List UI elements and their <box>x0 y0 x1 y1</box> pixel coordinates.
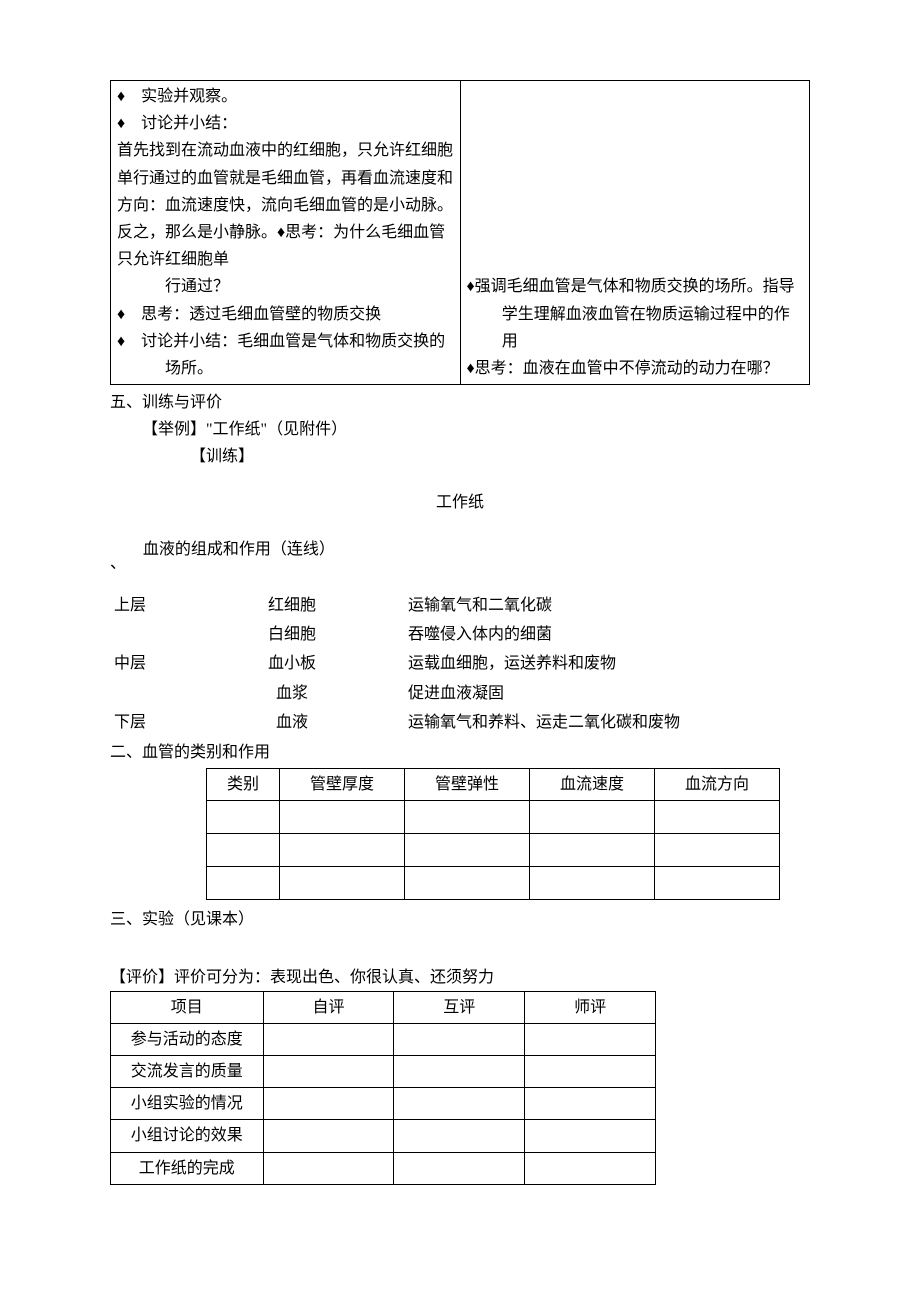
function-cell: 运载血细胞，运送养料和废物 <box>404 649 810 678</box>
match-row: 白细胞 吞噬侵入体内的细菌 <box>110 620 810 649</box>
component-cell: 红细胞 <box>264 591 404 620</box>
table-row: 小组实验的情况 <box>111 1088 656 1120</box>
text: 讨论并小结： <box>141 115 237 132</box>
example-line: 【举例】"工作纸"（见附件） <box>110 416 810 443</box>
matching-table: 上层 红细胞 运输氧气和二氧化碳 白细胞 吞噬侵入体内的细菌 中层 血小板 运载… <box>110 591 810 737</box>
match-row: 上层 红细胞 运输氧气和二氧化碳 <box>110 591 810 620</box>
table-header-row: 类别 管壁厚度 管壁弹性 血流速度 血流方向 <box>207 769 780 801</box>
table-header-row: 项目 自评 互评 师评 <box>111 991 656 1023</box>
col-header: 自评 <box>263 991 394 1023</box>
bullet-line: ♦ 思考：透过毛细血管壁的物质交换 <box>117 301 454 328</box>
list-marker: 、 <box>110 536 126 577</box>
component-cell: 血浆 <box>264 679 404 708</box>
paragraph: 首先找到在流动血液中的红细胞，只允许红细胞单行通过的血管就是毛细血管，再看血流速… <box>117 137 454 273</box>
table-row: 工作纸的完成 <box>111 1152 656 1184</box>
worksheet-title: 工作纸 <box>110 489 810 516</box>
row-label: 小组实验的情况 <box>111 1088 264 1120</box>
layer-cell <box>110 679 264 708</box>
function-cell: 运输氧气和二氧化碳 <box>404 591 810 620</box>
evaluation-table: 项目 自评 互评 师评 参与活动的态度 交流发言的质量 小组实验的情况 小组讨论… <box>110 991 656 1185</box>
section-3-title: 三、实验（见课本） <box>110 906 810 933</box>
section-2-title: 二、血管的类别和作用 <box>110 739 810 766</box>
match-row: 血浆 促进血液凝固 <box>110 679 810 708</box>
vessel-table: 类别 管壁厚度 管壁弹性 血流速度 血流方向 <box>206 768 780 900</box>
row-label: 工作纸的完成 <box>111 1152 264 1184</box>
bullet-line: ♦思考：血液在血管中不停流动的动力在哪？ <box>467 355 804 382</box>
layer-cell: 下层 <box>110 708 264 737</box>
bullet-line: ♦ 讨论并小结：毛细血管是气体和物质交换的 <box>117 328 454 355</box>
bullet-line-continuation: 学生理解血液血管在物质运输过程中的作 <box>467 301 804 328</box>
table-row: 参与活动的态度 <box>111 1023 656 1055</box>
text: 实验并观察。 <box>141 88 237 105</box>
col-header: 血流速度 <box>530 769 655 801</box>
function-cell: 促进血液凝固 <box>404 679 810 708</box>
table-row <box>207 834 780 867</box>
col-header: 互评 <box>394 991 525 1023</box>
bullet-line-continuation: 用 <box>467 328 804 355</box>
text: 思考：血液在血管中不停流动的动力在哪？ <box>475 360 779 377</box>
table-row <box>207 801 780 834</box>
top-right-cell: ♦强调毛细血管是气体和物质交换的场所。指导 学生理解血液血管在物质运输过程中的作… <box>460 81 810 385</box>
question-1-title: 血液的组成和作用（连线） <box>130 536 335 563</box>
match-row: 中层 血小板 运载血细胞，运送养料和废物 <box>110 649 810 678</box>
component-cell: 白细胞 <box>264 620 404 649</box>
bullet-line: ♦ 讨论并小结： <box>117 110 454 137</box>
table-row <box>207 867 780 900</box>
component-cell: 血液 <box>264 708 404 737</box>
text: 思考：透过毛细血管壁的物质交换 <box>141 306 381 323</box>
col-header: 管壁厚度 <box>280 769 405 801</box>
top-two-column-table: ♦ 实验并观察。 ♦ 讨论并小结： 首先找到在流动血液中的红细胞，只允许红细胞单… <box>110 80 810 385</box>
component-cell: 血小板 <box>264 649 404 678</box>
col-header: 项目 <box>111 991 264 1023</box>
layer-cell <box>110 620 264 649</box>
paragraph-continuation: 行通过？ <box>117 273 454 300</box>
row-label: 交流发言的质量 <box>111 1056 264 1088</box>
match-row: 下层 血液 运输氧气和养料、运走二氧化碳和废物 <box>110 708 810 737</box>
text: 讨论并小结：毛细血管是气体和物质交换的 <box>141 333 445 350</box>
evaluation-lead: 【评价】评价可分为：表现出色、你很认真、还须努力 <box>110 964 810 991</box>
col-header: 师评 <box>525 991 656 1023</box>
section-5-title: 五、训练与评价 <box>110 389 810 416</box>
text: 强调毛细血管是气体和物质交换的场所。指导 <box>475 278 795 295</box>
row-label: 参与活动的态度 <box>111 1023 264 1055</box>
bullet-line-continuation: 场所。 <box>117 355 454 382</box>
col-header: 类别 <box>207 769 280 801</box>
top-left-cell: ♦ 实验并观察。 ♦ 讨论并小结： 首先找到在流动血液中的红细胞，只允许红细胞单… <box>111 81 461 385</box>
col-header: 血流方向 <box>655 769 780 801</box>
train-line: 【训练】 <box>110 443 810 470</box>
function-cell: 运输氧气和养料、运走二氧化碳和废物 <box>404 708 810 737</box>
bullet-line: ♦强调毛细血管是气体和物质交换的场所。指导 <box>467 273 804 300</box>
row-label: 小组讨论的效果 <box>111 1120 264 1152</box>
layer-cell: 中层 <box>110 649 264 678</box>
bullet-line: ♦ 实验并观察。 <box>117 83 454 110</box>
question-1-heading: 、 血液的组成和作用（连线） <box>110 536 810 577</box>
col-header: 管壁弹性 <box>405 769 530 801</box>
table-row: 小组讨论的效果 <box>111 1120 656 1152</box>
table-row: 交流发言的质量 <box>111 1056 656 1088</box>
function-cell: 吞噬侵入体内的细菌 <box>404 620 810 649</box>
layer-cell: 上层 <box>110 591 264 620</box>
